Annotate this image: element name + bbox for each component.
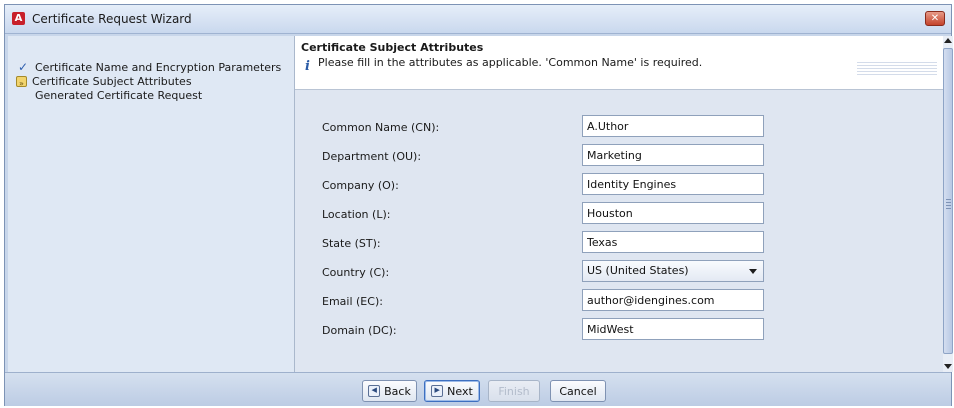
email-input[interactable] [582,289,764,311]
country-label: Country (C): [322,266,390,279]
domain-input[interactable] [582,318,764,340]
cancel-button[interactable]: Cancel [550,380,606,402]
title-bar: A Certificate Request Wizard ✕ [5,5,951,34]
checkmark-icon: ✓ [17,60,29,74]
step-current: » Certificate Subject Attributes [16,74,192,88]
back-arrow-icon: ◀ [368,385,381,397]
wizard-steps-sidebar: ✓ Certificate Name and Encryption Parame… [8,36,295,372]
step-label: Generated Certificate Request [35,88,203,102]
company-label: Company (O): [322,179,399,192]
domain-label: Domain (DC): [322,324,397,337]
step-label: Certificate Name and Encryption Paramete… [35,60,282,74]
window-title: Certificate Request Wizard [32,12,192,26]
department-input[interactable] [582,144,764,166]
scroll-down-icon[interactable] [944,364,952,369]
info-icon: i [305,59,310,74]
common-name-label: Common Name (CN): [322,121,440,134]
location-input[interactable] [582,202,764,224]
content-header: Certificate Subject Attributes i Please … [295,36,943,90]
department-label: Department (OU): [322,150,422,163]
close-icon[interactable]: ✕ [925,11,945,26]
back-button[interactable]: ◀ Back [362,380,417,402]
finish-button[interactable]: Finish [488,380,540,402]
app-logo-icon: A [12,12,25,25]
country-select[interactable]: US (United States) [582,260,764,282]
header-decoration [857,62,937,76]
company-input[interactable] [582,173,764,195]
scrollbar-thumb[interactable] [943,48,953,354]
wizard-content: Certificate Subject Attributes i Please … [295,36,943,372]
subject-attributes-form: Common Name (CN): Department (OU): Compa… [295,90,943,372]
current-step-icon: » [16,75,27,88]
vertical-scrollbar[interactable] [943,36,953,372]
country-select-value: US (United States) [587,264,689,277]
state-input[interactable] [582,231,764,253]
scroll-up-icon[interactable] [944,38,952,43]
location-label: Location (L): [322,208,391,221]
email-label: Email (EC): [322,295,383,308]
next-button[interactable]: ▶ Next [424,380,480,402]
header-message: Please fill in the attributes as applica… [318,56,703,69]
step-completed: ✓ Certificate Name and Encryption Parame… [16,60,281,74]
wizard-window: A Certificate Request Wizard ✕ ✓ Certifi… [4,4,953,406]
scrollbar-grip [946,199,951,211]
common-name-input[interactable] [582,115,764,137]
next-arrow-icon: ▶ [431,385,444,397]
step-pending: Generated Certificate Request [16,88,202,102]
state-label: State (ST): [322,237,381,250]
page-title: Certificate Subject Attributes [301,41,484,54]
step-label: Certificate Subject Attributes [32,74,192,88]
chevron-down-icon[interactable] [749,269,757,274]
wizard-footer: ◀ Back ▶ Next Finish Cancel [5,372,951,406]
